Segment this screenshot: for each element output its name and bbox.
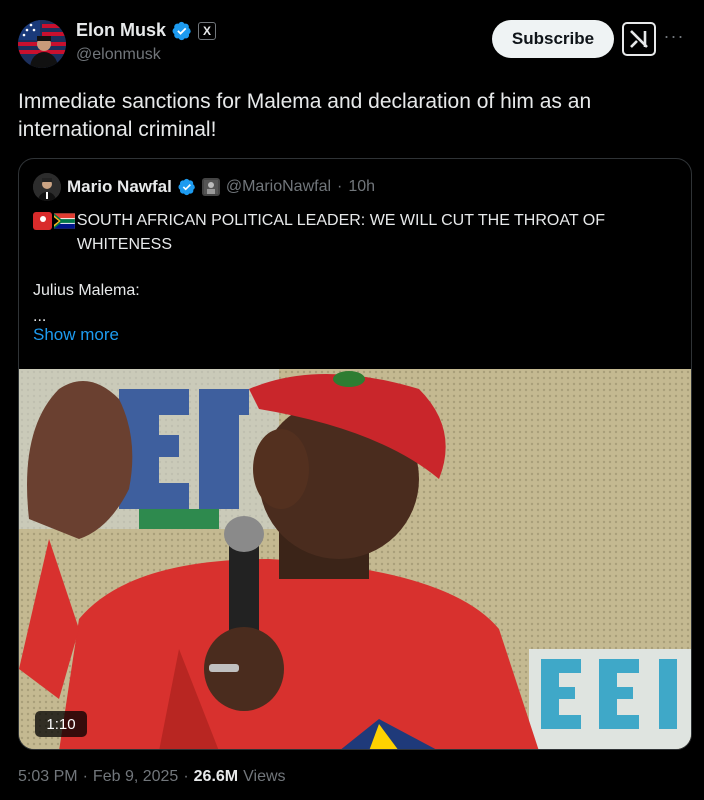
author-avatar-image [18, 20, 66, 68]
post-meta: 5:03 PM · Feb 9, 2025 · 26.6M Views [18, 768, 286, 786]
separator-dot: · [337, 178, 343, 195]
show-more-link[interactable]: Show more [33, 325, 119, 345]
post-page: Elon Musk X @elonmusk Subscribe ··· Imme… [0, 0, 704, 800]
quoted-post-time[interactable]: 10h [348, 178, 375, 196]
grok-icon-glyph [630, 30, 648, 48]
meta-separator: · [183, 768, 189, 785]
more-dots-icon[interactable]: ··· [662, 24, 686, 48]
author-name-row: Elon Musk X [76, 20, 217, 41]
quoted-headline-row: SOUTH AFRICAN POLITICAL LEADER: WE WILL … [33, 209, 673, 257]
post-time[interactable]: 5:03 PM [18, 768, 78, 786]
subscribe-button[interactable]: Subscribe [492, 20, 614, 58]
quoted-speaker-line: Julius Malema: [33, 282, 140, 299]
x-affiliation-badge[interactable]: X [198, 21, 217, 40]
quoted-post-body: SOUTH AFRICAN POLITICAL LEADER: WE WILL … [33, 209, 673, 329]
quoted-ellipsis-line: ... [33, 308, 47, 325]
quoted-author-handle[interactable]: @MarioNawfal [226, 178, 331, 196]
quoted-post-card[interactable]: Mario Nawfal @MarioNawfal · 10h SOUTH AF… [18, 158, 692, 750]
meta-separator: · [82, 768, 88, 785]
post-header: Elon Musk X @elonmusk Subscribe ··· [18, 18, 686, 70]
siren-emoji-icon [33, 212, 52, 230]
quoted-headline: SOUTH AFRICAN POLITICAL LEADER: WE WILL … [76, 212, 605, 253]
video-duration-badge: 1:10 [35, 711, 87, 737]
author-avatar[interactable] [18, 20, 66, 68]
author-display-name[interactable]: Elon Musk [76, 20, 166, 41]
quoted-post-header: Mario Nawfal @MarioNawfal · 10h [33, 173, 375, 201]
verified-badge-icon[interactable] [172, 21, 192, 41]
quoted-author-avatar[interactable] [33, 173, 61, 201]
grok-icon[interactable] [622, 22, 656, 56]
video-player[interactable]: 1:10 [19, 369, 691, 749]
tweet-text: Immediate sanctions for Malema and decla… [18, 90, 592, 141]
south-africa-flag-icon [54, 213, 75, 229]
views-label: Views [243, 768, 286, 785]
views-count[interactable]: 26.6M [194, 768, 238, 786]
affiliation-badge-icon [201, 178, 220, 196]
post-date[interactable]: Feb 9, 2025 [93, 768, 178, 786]
quoted-avatar-image [33, 173, 61, 201]
author-handle[interactable]: @elonmusk [76, 46, 161, 64]
video-frame-image [19, 369, 691, 749]
quoted-author-name[interactable]: Mario Nawfal [67, 177, 172, 197]
quoted-verified-badge-icon [178, 178, 195, 196]
